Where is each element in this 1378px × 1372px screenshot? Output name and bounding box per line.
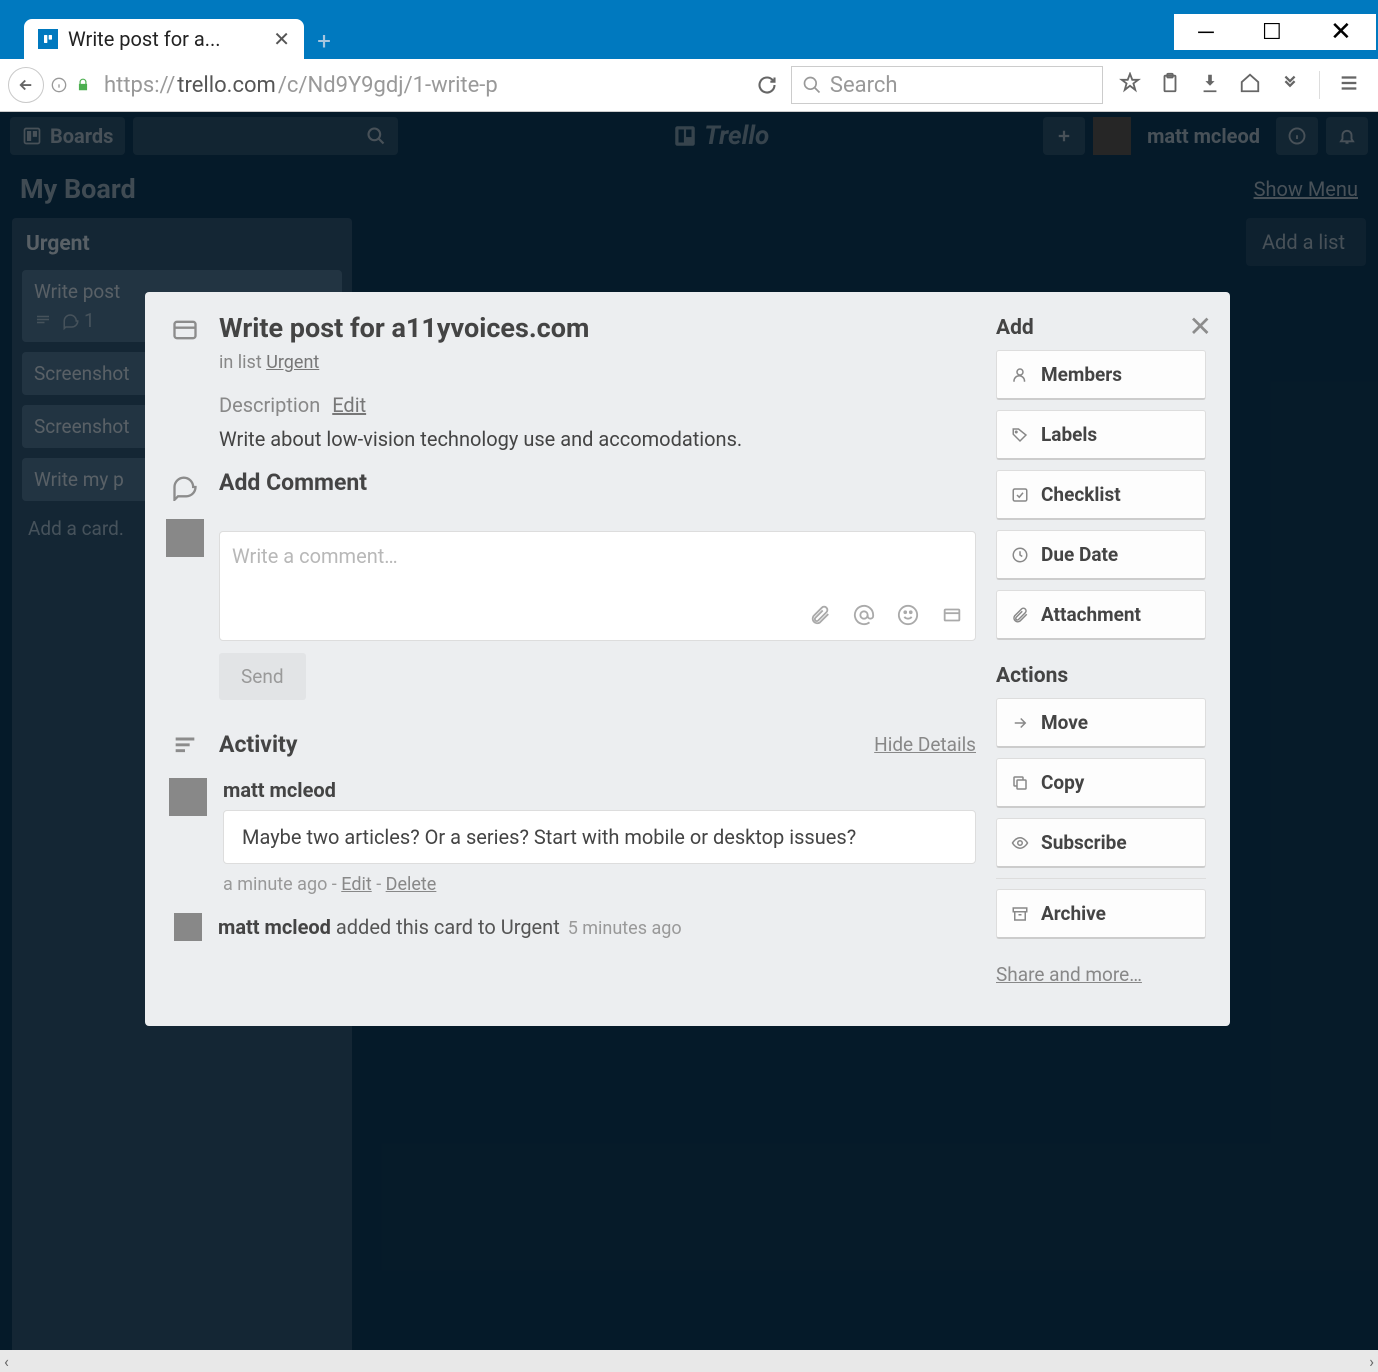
download-icon[interactable] xyxy=(1199,72,1221,98)
home-icon[interactable] xyxy=(1239,72,1261,98)
close-window-button[interactable]: ✕ xyxy=(1330,17,1352,47)
activity-action: added this card to Urgent xyxy=(331,915,560,939)
scroll-left-icon[interactable]: ‹ xyxy=(4,1352,9,1371)
in-list: in list Urgent xyxy=(219,352,976,373)
activity-comment: matt mcleod Maybe two articles? Or a ser… xyxy=(169,778,976,895)
site-info-icon[interactable] xyxy=(50,77,68,93)
maximize-button[interactable]: ☐ xyxy=(1262,20,1282,45)
browser-search-box[interactable]: Search xyxy=(791,66,1103,104)
back-button[interactable] xyxy=(8,67,44,103)
titlebar xyxy=(0,0,1378,14)
minimize-button[interactable]: ─ xyxy=(1198,19,1214,45)
url-host: trello.com xyxy=(177,73,276,98)
window-controls: ─ ☐ ✕ xyxy=(1174,14,1376,50)
description-label: Description xyxy=(219,393,320,417)
add-comment-title: Add Comment xyxy=(219,469,976,496)
url-path: /c/Nd9Y9gdj/1-write-p xyxy=(278,73,498,98)
current-user-avatar xyxy=(166,519,204,557)
emoji-icon[interactable] xyxy=(897,604,919,630)
activity-avatar xyxy=(174,913,202,941)
activity-avatar xyxy=(169,778,207,816)
checklist-button[interactable]: Checklist xyxy=(996,470,1206,520)
edit-description-link[interactable]: Edit xyxy=(332,393,366,417)
comment-icon xyxy=(169,469,201,501)
delete-comment-link[interactable]: Delete xyxy=(386,874,437,895)
comment-input[interactable] xyxy=(232,544,963,592)
activity-time: a minute ago xyxy=(223,874,327,895)
add-section-title: Add xyxy=(996,316,1206,340)
close-modal-button[interactable]: ✕ xyxy=(1189,310,1212,343)
hide-details-link[interactable]: Hide Details xyxy=(874,733,976,756)
sidebar-divider xyxy=(996,878,1206,879)
send-button[interactable]: Send xyxy=(219,653,306,700)
modal-main: Write post for a11yvoices.com in list Ur… xyxy=(169,312,976,986)
archive-button[interactable]: Archive xyxy=(996,889,1206,939)
tab-close-button[interactable]: ✕ xyxy=(273,27,290,51)
activity-user[interactable]: matt mcleod xyxy=(223,778,336,802)
subscribe-button[interactable]: Subscribe xyxy=(996,818,1206,868)
activity-user[interactable]: matt mcleod xyxy=(218,915,331,939)
lock-icon xyxy=(74,78,92,92)
modal-sidebar: Add Members Labels Checklist Due Date At… xyxy=(996,312,1206,986)
bookmark-icon[interactable] xyxy=(1119,72,1141,98)
trello-favicon xyxy=(38,29,58,49)
new-tab-button[interactable]: + xyxy=(310,27,338,55)
activity-icon xyxy=(169,728,201,760)
due-date-button[interactable]: Due Date xyxy=(996,530,1206,580)
scroll-right-icon[interactable]: › xyxy=(1369,1352,1374,1371)
copy-button[interactable]: Copy xyxy=(996,758,1206,808)
comment-box xyxy=(219,531,976,641)
tab-bar: Write post for a... ✕ + xyxy=(0,14,1378,59)
attach-icon[interactable] xyxy=(809,604,831,630)
card-title[interactable]: Write post for a11yvoices.com xyxy=(219,312,976,344)
search-placeholder: Search xyxy=(830,73,898,98)
app-viewport: Boards Trello matt mcleod My Board Show … xyxy=(0,112,1378,1372)
activity-comment-text: Maybe two articles? Or a series? Start w… xyxy=(223,810,976,864)
url-bar: https://trello.com/c/Nd9Y9gdj/1-write-p … xyxy=(0,59,1378,112)
reload-button[interactable] xyxy=(749,75,785,95)
description-text[interactable]: Write about low-vision technology use an… xyxy=(219,427,976,451)
browser-toolbar xyxy=(1109,71,1370,99)
list-link[interactable]: Urgent xyxy=(266,352,319,373)
actions-section-title: Actions xyxy=(996,664,1206,688)
browser-tab[interactable]: Write post for a... ✕ xyxy=(24,19,304,59)
overflow-icon[interactable] xyxy=(1279,72,1301,98)
card-ref-icon[interactable] xyxy=(941,604,963,630)
horizontal-scrollbar[interactable]: ‹ › xyxy=(0,1350,1378,1372)
activity-time: 5 minutes ago xyxy=(568,918,682,939)
card-icon xyxy=(169,312,201,451)
address-bar[interactable]: https://trello.com/c/Nd9Y9gdj/1-write-p xyxy=(98,66,743,104)
tab-title: Write post for a... xyxy=(68,27,263,51)
labels-button[interactable]: Labels xyxy=(996,410,1206,460)
menu-icon[interactable] xyxy=(1338,72,1360,98)
attachment-button[interactable]: Attachment xyxy=(996,590,1206,640)
url-protocol: https:// xyxy=(104,73,175,98)
move-button[interactable]: Move xyxy=(996,698,1206,748)
edit-comment-link[interactable]: Edit xyxy=(341,874,371,895)
share-link[interactable]: Share and more… xyxy=(996,963,1142,986)
clipboard-icon[interactable] xyxy=(1159,72,1181,98)
activity-event: matt mcleod added this card to Urgent 5 … xyxy=(169,913,976,941)
mention-icon[interactable] xyxy=(853,604,875,630)
members-button[interactable]: Members xyxy=(996,350,1206,400)
activity-title: Activity xyxy=(219,731,297,758)
card-modal: ✕ Write post for a11yvoices.com in list … xyxy=(145,292,1230,1026)
